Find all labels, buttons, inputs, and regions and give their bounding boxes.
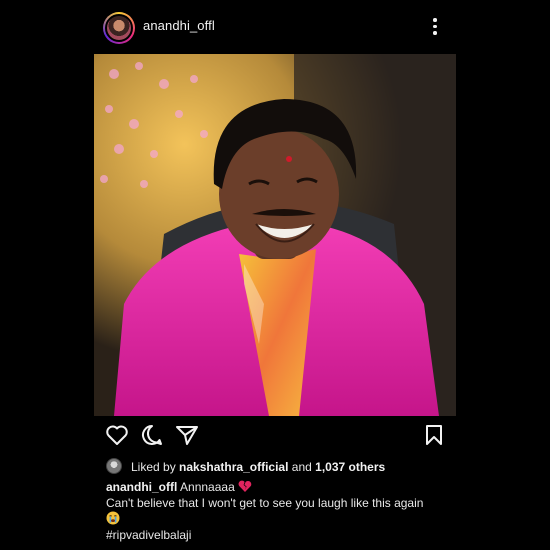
- post-header: anandhi_offl: [0, 0, 550, 54]
- likes-text: Liked by nakshathra_official and 1,037 o…: [131, 460, 385, 474]
- profile-avatar[interactable]: [103, 12, 135, 44]
- likes-count[interactable]: 1,037 others: [315, 460, 385, 474]
- liker-username[interactable]: nakshathra_official: [179, 460, 288, 474]
- caption-line1: Annnaaaa: [180, 480, 235, 494]
- crying-face-icon: [106, 511, 120, 525]
- post-caption: anandhi_offl Annnaaaa Can't believe that…: [106, 479, 446, 543]
- likes-prefix: Liked by: [131, 460, 176, 474]
- caption-username[interactable]: anandhi_offl: [106, 480, 177, 494]
- liker-avatar[interactable]: [106, 458, 122, 474]
- heart-icon[interactable]: [105, 424, 129, 446]
- send-icon[interactable]: [175, 424, 199, 446]
- broken-heart-icon: [238, 480, 252, 492]
- caption-line2: Can't believe that I won't get to see yo…: [106, 496, 424, 510]
- post-actions: [94, 424, 456, 450]
- post-username[interactable]: anandhi_offl: [143, 18, 215, 33]
- caption-hashtag[interactable]: #ripvadivelbalaji: [106, 527, 446, 543]
- comment-icon[interactable]: [140, 424, 164, 446]
- likes-connector: and: [291, 460, 312, 474]
- more-vertical-icon[interactable]: [431, 18, 439, 38]
- post-photo[interactable]: [94, 54, 456, 416]
- bookmark-icon[interactable]: [424, 424, 444, 446]
